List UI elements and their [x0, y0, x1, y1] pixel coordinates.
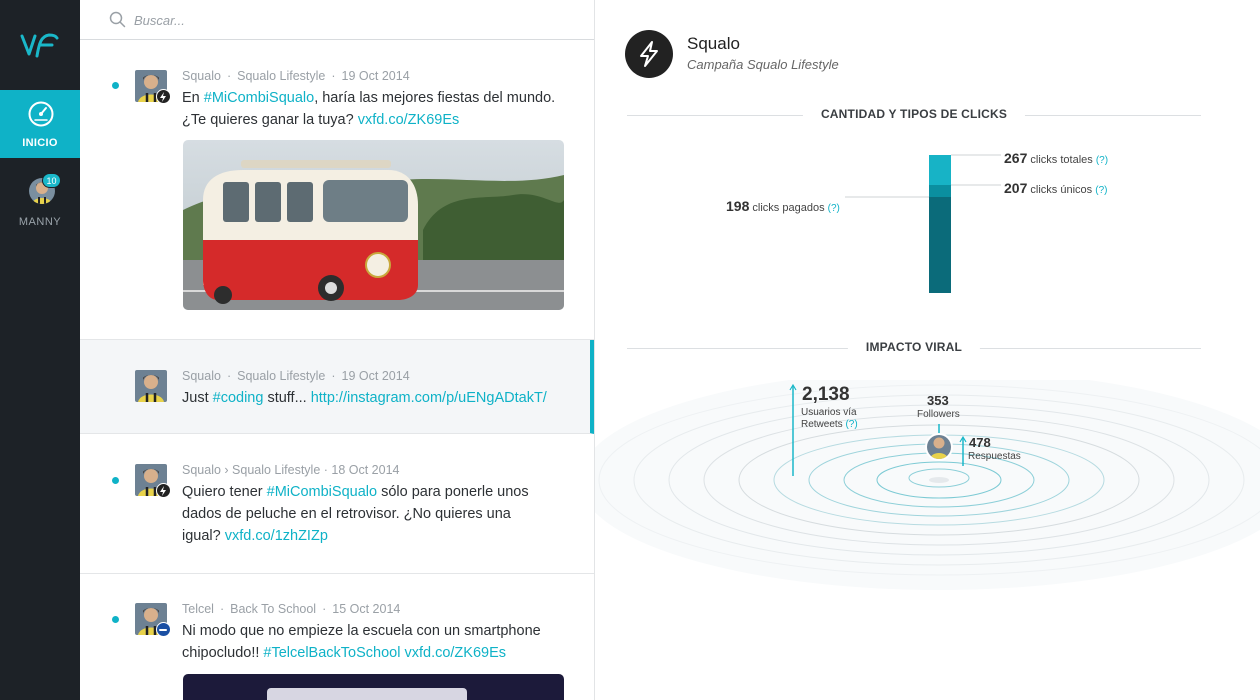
post-campaign[interactable]: Squalo Lifestyle [237, 69, 325, 83]
post-text: Quiero tener #MiCombiSqualo sólo para po… [182, 484, 529, 544]
viral-impact-rings [595, 380, 1260, 590]
campaign-logo [625, 30, 673, 78]
meta-separator: · [322, 602, 327, 616]
help-icon[interactable]: (?) [845, 419, 857, 430]
campaign-subtitle: Campaña Squalo Lifestyle [687, 57, 839, 72]
hashtag-link[interactable]: #MiCombiSqualo [267, 484, 377, 500]
feed-panel: Squalo · Squalo Lifestyle · 19 Oct 2014 En #… [80, 0, 595, 700]
nav-home-label: INICIO [22, 137, 58, 149]
squalo-brand-icon [156, 89, 171, 104]
post-avatar [135, 603, 171, 637]
meta-separator: · [331, 69, 336, 83]
meta-separator: · [331, 369, 336, 383]
notification-badge: 10 [42, 173, 61, 188]
clicks-section-title: CANTIDAD Y TIPOS DE CLICKS [802, 107, 1026, 121]
nav-user[interactable]: 10 MANNY [0, 168, 80, 238]
help-icon[interactable]: (?) [1096, 155, 1108, 166]
feed-post[interactable]: Telcel · Back To School · 15 Oct 2014 Ni mod… [80, 574, 594, 700]
hashtag-link[interactable]: #MiCombiSqualo [204, 90, 314, 106]
unread-indicator [112, 82, 119, 89]
unread-indicator [112, 477, 119, 484]
telcel-brand-icon [156, 622, 171, 637]
dashboard-gauge-icon [28, 101, 54, 127]
retweet-users-label: Usuarios vía Retweets (?) [801, 407, 858, 430]
search-input[interactable] [134, 10, 534, 30]
viral-section-header: IMPACTO VIRAL [627, 340, 1201, 356]
meta-separator: · [226, 69, 232, 83]
help-icon[interactable]: (?) [1095, 185, 1107, 196]
nav-home[interactable]: INICIO [0, 90, 80, 158]
vf-logo-icon [20, 33, 59, 58]
post-text: En #MiCombiSqualo, haría las mejores fie… [182, 90, 556, 128]
post-account[interactable]: Squalo [182, 69, 221, 83]
replies-label: Respuestas [968, 451, 1021, 462]
campaign-detail-panel: Squalo Campaña Squalo Lifestyle CANTIDAD… [595, 0, 1260, 700]
clicks-bar-chart [845, 154, 1001, 293]
post-meta: Squalo › Squalo Lifestyle · 18 Oct 2014 [182, 463, 400, 477]
post-campaign[interactable]: Squalo Lifestyle [237, 369, 325, 383]
unread-indicator [112, 616, 119, 623]
post-text: Just #coding stuff... http://instagram.c… [182, 390, 547, 406]
retweet-users-count: 2,138 [802, 384, 850, 405]
post-meta: Telcel · Back To School · 15 Oct 2014 [182, 602, 400, 616]
short-link[interactable]: vxfd.co/ZK69Es [358, 112, 460, 128]
post-avatar [135, 464, 171, 498]
clicks-unique-stat: 207 clicks únicos (?) [1004, 180, 1108, 196]
feed-post-selected[interactable]: Squalo · Squalo Lifestyle · 19 Oct 2014 Just… [80, 340, 594, 434]
post-avatar [135, 370, 167, 402]
clicks-section-header: CANTIDAD Y TIPOS DE CLICKS [627, 107, 1201, 123]
app-logo[interactable] [0, 0, 80, 90]
squalo-brand-icon [156, 483, 171, 498]
hashtag-link[interactable]: #coding [213, 390, 264, 406]
followers-count: 353 [927, 393, 949, 408]
nav-user-label: MANNY [18, 216, 62, 228]
post-date: 19 Oct 2014 [341, 69, 410, 83]
feed-post[interactable]: Squalo · Squalo Lifestyle · 19 Oct 2014 En #… [80, 41, 594, 340]
viral-user-avatar [927, 435, 951, 459]
feed-post[interactable]: Squalo › Squalo Lifestyle · 18 Oct 2014 … [80, 434, 594, 574]
squalo-logo-icon [640, 41, 658, 67]
meta-separator: · [226, 369, 232, 383]
post-date: 19 Oct 2014 [341, 369, 410, 383]
instagram-link[interactable]: http://instagram.com/p/uENgADtakT/ [311, 390, 547, 406]
post-account[interactable]: Telcel [182, 602, 214, 616]
replies-count: 478 [969, 435, 991, 450]
post-campaign[interactable]: Back To School [230, 602, 316, 616]
short-link[interactable]: vxfd.co/1zhZIZp [225, 528, 328, 544]
hashtag-link[interactable]: #TelcelBackToSchool vxfd.co/ZK69Es [263, 645, 506, 661]
clicks-paid-stat: 198 clicks pagados (?) [726, 198, 840, 214]
post-image-back-to-school[interactable] [183, 674, 564, 700]
campaign-name: Squalo [687, 34, 740, 53]
search-bar [80, 0, 594, 40]
sidebar: INICIO 10 MANNY [0, 0, 80, 700]
viral-section-title: IMPACTO VIRAL [847, 340, 981, 354]
post-account[interactable]: Squalo [182, 369, 221, 383]
post-image-vw-bus[interactable] [183, 140, 564, 310]
search-icon [109, 11, 126, 28]
post-date: 15 Oct 2014 [332, 602, 401, 616]
post-meta: Squalo · Squalo Lifestyle · 19 Oct 2014 [182, 69, 410, 83]
help-icon[interactable]: (?) [828, 203, 840, 214]
followers-label: Followers [917, 409, 960, 420]
app: INICIO 10 MANNY Buscar... Squalo · Squal… [0, 0, 1260, 700]
post-meta: Squalo · Squalo Lifestyle · 19 Oct 2014 [182, 369, 410, 383]
meta-separator: · [219, 602, 225, 616]
post-avatar [135, 70, 171, 104]
clicks-total-stat: 267 clicks totales (?) [1004, 150, 1109, 166]
post-text: Ni modo que no empieze la escuela con un… [182, 623, 541, 661]
clicks-bar-total [929, 155, 951, 185]
